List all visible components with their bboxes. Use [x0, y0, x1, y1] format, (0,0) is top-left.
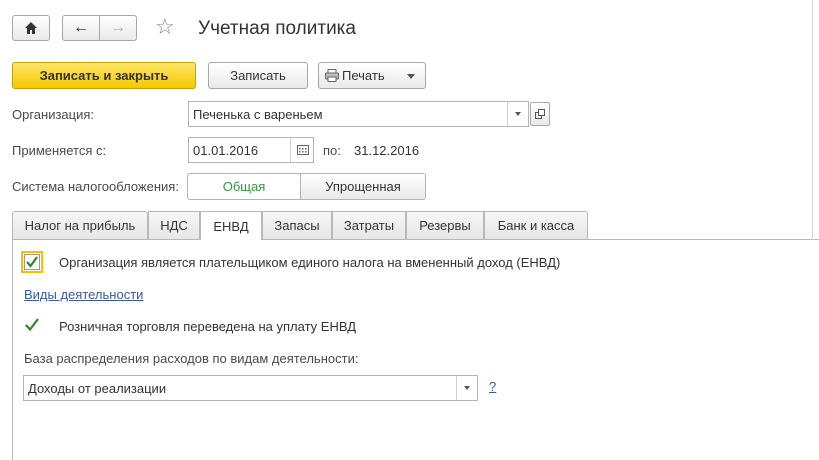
organization-value: Печенька с вареньем	[193, 106, 323, 122]
print-button-label: Печать	[342, 68, 385, 83]
checkmark-icon	[26, 256, 38, 268]
tab-inventory[interactable]: Запасы	[262, 211, 332, 239]
tax-system-label: Система налогообложения:	[12, 179, 179, 194]
help-link[interactable]: ?	[489, 379, 496, 394]
retail-envd-checkbox[interactable]	[24, 317, 40, 333]
favorite-star-icon[interactable]: ☆	[155, 14, 175, 40]
organization-label: Организация:	[12, 107, 95, 122]
tax-option-general[interactable]: Общая	[187, 173, 301, 200]
tab-vat[interactable]: НДС	[148, 211, 200, 239]
tab-bank-cash[interactable]: Банк и касса	[484, 211, 588, 239]
date-to-value: 31.12.2016	[354, 143, 420, 158]
distribution-base-field[interactable]: Доходы от реализации	[23, 375, 478, 401]
tab-label: НДС	[160, 218, 188, 233]
page-title: Учетная политика	[198, 18, 356, 39]
tab-reserves[interactable]: Резервы	[406, 211, 484, 239]
save-button[interactable]: Записать	[208, 62, 308, 89]
tax-option-simplified-label: Упрощенная	[325, 179, 401, 194]
applies-from-label: Применяется с:	[12, 143, 107, 158]
forward-button[interactable]: →	[99, 15, 137, 41]
arrow-right-icon: →	[110, 19, 126, 36]
distribution-base-value: Доходы от реализации	[28, 380, 167, 396]
distribution-base-label: База распределения расходов по видам дея…	[24, 351, 359, 366]
arrow-left-icon: ←	[73, 19, 89, 36]
back-button[interactable]: ←	[62, 15, 100, 41]
printer-icon	[325, 69, 339, 82]
retail-envd-label: Розничная торговля переведена на уплату …	[59, 319, 357, 334]
print-button[interactable]: Печать	[318, 62, 426, 89]
organization-field[interactable]: Печенька с вареньем	[188, 101, 529, 127]
organization-open-button[interactable]	[530, 102, 550, 126]
home-icon	[25, 22, 37, 34]
tax-option-simplified[interactable]: Упрощенная	[300, 173, 426, 200]
home-button[interactable]	[12, 15, 50, 41]
tab-label: Резервы	[419, 218, 471, 233]
tab-panel-envd	[12, 239, 819, 460]
date-to-label: по:	[323, 143, 341, 158]
calendar-icon	[296, 145, 309, 155]
tab-envd[interactable]: ЕНВД	[200, 211, 262, 240]
tab-label: Банк и касса	[497, 218, 575, 233]
envd-payer-label: Организация является плательщиком единог…	[59, 255, 561, 270]
checkmark-icon	[25, 318, 39, 332]
window-divider	[812, 0, 813, 240]
distribution-base-dropdown-button[interactable]	[456, 376, 478, 400]
organization-dropdown-button[interactable]	[507, 102, 529, 126]
activities-link[interactable]: Виды деятельности	[24, 287, 143, 302]
date-picker-button[interactable]	[290, 138, 314, 162]
chevron-down-icon	[407, 74, 415, 79]
tax-option-general-label: Общая	[222, 179, 266, 194]
tab-costs[interactable]: Затраты	[332, 211, 406, 239]
save-and-close-button[interactable]: Записать и закрыть	[12, 62, 196, 89]
chevron-down-icon	[515, 112, 521, 116]
date-from-value: 01.01.2016	[193, 142, 259, 158]
tab-label: ЕНВД	[213, 218, 249, 234]
tab-profit-tax[interactable]: Налог на прибыль	[12, 211, 148, 239]
tab-label: Запасы	[274, 218, 320, 233]
open-link-icon	[535, 109, 545, 119]
tab-label: Затраты	[343, 218, 395, 233]
chevron-down-icon	[464, 386, 470, 390]
tab-label: Налог на прибыль	[24, 218, 136, 233]
envd-payer-checkbox[interactable]	[21, 251, 43, 273]
